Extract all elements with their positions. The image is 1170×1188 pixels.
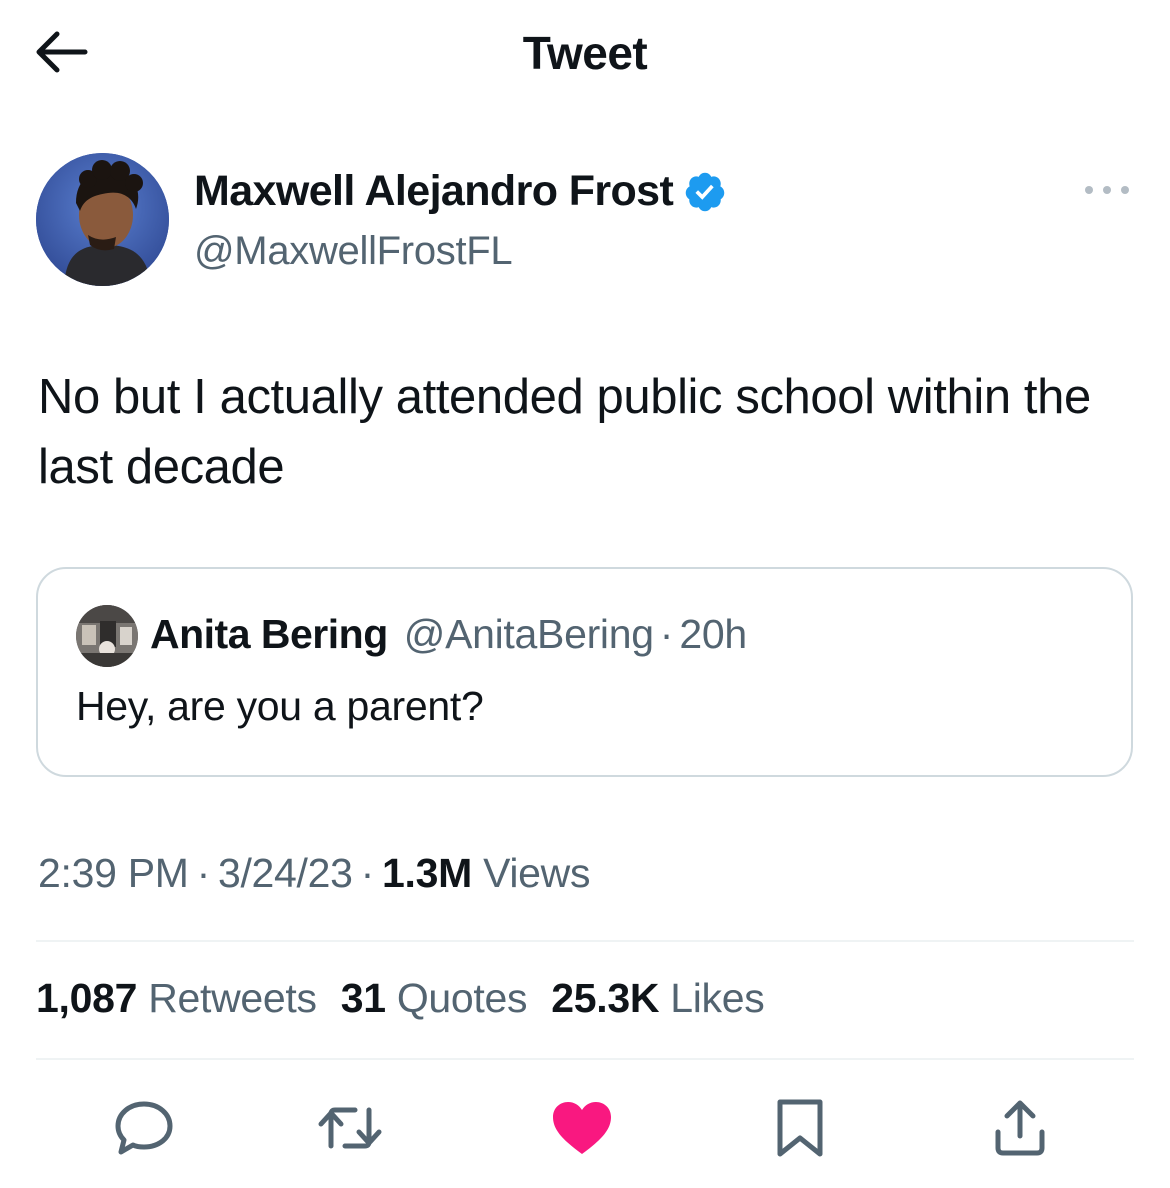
likes-stat[interactable]: 25.3K Likes <box>551 975 765 1022</box>
views-label: Views <box>483 850 591 896</box>
share-button[interactable] <box>980 1088 1060 1168</box>
tweet-date[interactable]: 3/24/23 <box>218 850 353 896</box>
page-title: Tweet <box>522 27 648 79</box>
reply-icon <box>115 1101 173 1155</box>
bookmark-button[interactable] <box>760 1088 840 1168</box>
heart-icon <box>553 1102 611 1154</box>
quotes-label: Quotes <box>396 975 528 1021</box>
action-bar <box>0 1088 1170 1168</box>
separator-dot: · <box>659 611 674 657</box>
top-bar: Tweet <box>0 0 1170 110</box>
likes-count: 25.3K <box>551 975 660 1021</box>
like-button[interactable] <box>542 1088 622 1168</box>
divider <box>36 940 1134 942</box>
views-count: 1.3M <box>382 850 472 896</box>
author-name[interactable]: Maxwell Alejandro Frost <box>194 167 674 216</box>
separator-dot: · <box>196 850 211 896</box>
share-icon <box>995 1100 1045 1156</box>
retweet-icon <box>318 1107 382 1149</box>
author-handle[interactable]: @MaxwellFrostFL <box>194 229 513 274</box>
tweet-text: No but I actually attended public school… <box>38 370 1091 494</box>
bookmark-icon <box>777 1099 823 1157</box>
quoted-timestamp: 20h <box>679 611 747 657</box>
retweets-stat[interactable]: 1,087 Retweets <box>36 975 317 1022</box>
quoted-author-name: Anita Bering <box>150 611 388 657</box>
quotes-stat[interactable]: 31 Quotes <box>341 975 528 1022</box>
quoted-author-handle: @AnitaBering <box>403 611 654 657</box>
tweet-time[interactable]: 2:39 PM <box>38 850 189 896</box>
quoted-tweet-card[interactable]: Anita Bering @AnitaBering · 20h Hey, are… <box>36 567 1133 777</box>
quoted-tweet-text: Hey, are you a parent? <box>76 683 484 729</box>
retweets-label: Retweets <box>148 975 317 1021</box>
likes-label: Likes <box>670 975 765 1021</box>
divider <box>36 1058 1134 1060</box>
quotes-count: 31 <box>340 975 386 1021</box>
tweet-meta: 2:39 PM · 3/24/23 · 1.3M Views <box>38 850 591 897</box>
retweet-button[interactable] <box>310 1088 390 1168</box>
retweets-count: 1,087 <box>36 975 138 1021</box>
engagement-stats: 1,087 Retweets 31 Quotes 25.3K Likes <box>36 975 788 1022</box>
tweet-author: Maxwell Alejandro Frost @MaxwellFrostFL <box>36 153 1136 289</box>
more-horizontal-icon[interactable] <box>1080 175 1134 205</box>
quoted-avatar[interactable] <box>76 605 138 667</box>
avatar[interactable] <box>36 153 169 286</box>
separator-dot: · <box>360 850 375 896</box>
verified-badge-icon <box>685 172 725 211</box>
reply-button[interactable] <box>104 1088 184 1168</box>
